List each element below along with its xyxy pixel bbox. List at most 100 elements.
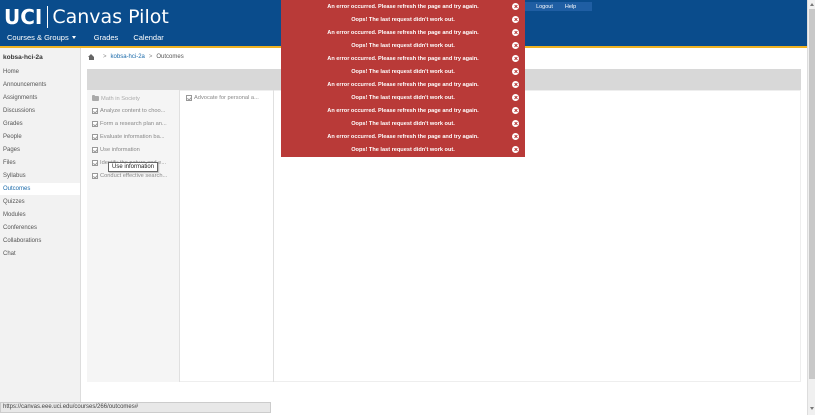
scroll-down-icon[interactable] [810,407,814,410]
error-text: Oops! The last request didn't work out. [351,68,455,75]
outcome-item[interactable]: Analyze content to choo... [92,106,178,115]
close-icon[interactable] [512,55,519,62]
breadcrumb: > kobsa-hci-2a > Outcomes [88,52,184,61]
sidebar-item-chat[interactable]: Chat [0,248,80,260]
sidebar-item-discussions[interactable]: Discussions [0,105,80,117]
error-message: An error occurred. Please refresh the pa… [281,52,525,65]
outcome-icon [92,120,98,127]
outcome-item[interactable]: Form a research plan an... [92,119,178,128]
error-message: An error occurred. Please refresh the pa… [281,26,525,39]
error-message: Oops! The last request didn't work out. [281,117,525,130]
sidebar-item-files[interactable]: Files [0,157,80,169]
outcome-icon [92,159,98,166]
close-icon[interactable] [512,16,519,23]
sidebar-item-people[interactable]: People [0,131,80,143]
brand-divider [47,6,49,28]
error-text: Oops! The last request didn't work out. [351,16,455,23]
error-message: Oops! The last request didn't work out. [281,143,525,156]
close-icon[interactable] [512,120,519,127]
top-nav: Courses & Groups Grades Calendar [0,30,164,45]
outcome-label: Form a research plan an... [100,120,167,127]
close-icon[interactable] [512,42,519,49]
sidebar-item-announcements[interactable]: Announcements [0,79,80,91]
sidebar-item-pages[interactable]: Pages [0,144,80,156]
folder-icon [92,94,99,101]
error-message: An error occurred. Please refresh the pa… [281,130,525,143]
brand-logo[interactable]: UCI Canvas Pilot [4,5,169,29]
outcome-item[interactable]: Advocate for personal a... [186,93,271,102]
page-scrollbar[interactable] [807,0,815,415]
error-message: Oops! The last request didn't work out. [281,91,525,104]
sidebar-item-conferences[interactable]: Conferences [0,222,80,234]
outcome-group-label: Math in Society [101,95,140,102]
breadcrumb-separator-icon: > [148,53,153,60]
sidebar-item-collaborations[interactable]: Collaborations [0,235,80,247]
brand-uci: UCI [4,5,43,29]
close-icon[interactable] [512,94,519,101]
close-icon[interactable] [512,133,519,140]
error-message: Oops! The last request didn't work out. [281,39,525,52]
error-message: An error occurred. Please refresh the pa… [281,0,525,13]
sidebar-item-assignments[interactable]: Assignments [0,92,80,104]
outcome-icon [92,172,98,179]
outcome-item[interactable]: Evaluate information ba... [92,132,178,141]
sidebar-item-home[interactable]: Home [0,66,80,78]
close-icon[interactable] [512,81,519,88]
chevron-down-icon [71,36,76,39]
error-text: Oops! The last request didn't work out. [351,146,455,153]
outcomes-column-2 [181,90,274,382]
close-icon[interactable] [512,68,519,75]
breadcrumb-separator-icon: > [103,53,107,60]
error-message: An error occurred. Please refresh the pa… [281,78,525,91]
outcome-label: Evaluate information ba... [100,133,165,140]
home-icon[interactable] [88,53,95,60]
error-message: Oops! The last request didn't work out. [281,65,525,78]
outcome-label: Advocate for personal a... [194,94,259,101]
scroll-thumb[interactable] [809,9,815,379]
error-text: An error occurred. Please refresh the pa… [327,55,479,62]
error-message: Oops! The last request didn't work out. [281,13,525,26]
breadcrumb-current: Outcomes [156,53,184,60]
close-icon[interactable] [512,3,519,10]
courses-groups-menu[interactable]: Courses & Groups [7,33,76,42]
error-text: Oops! The last request didn't work out. [351,42,455,49]
close-icon[interactable] [512,107,519,114]
course-sidebar: kobsa-hci-2a Home Announcements Assignme… [0,48,81,402]
breadcrumb-course-link[interactable]: kobsa-hci-2a [111,54,145,60]
course-title: kobsa-hci-2a [3,54,43,61]
brand-app-name: Canvas Pilot [52,6,169,28]
sidebar-item-outcomes[interactable]: Outcomes [0,183,80,195]
scroll-up-icon[interactable] [810,3,814,6]
user-links: p Logout Help [515,2,593,11]
error-text: An error occurred. Please refresh the pa… [327,3,479,10]
outcome-icon [92,107,98,114]
sidebar-item-syllabus[interactable]: Syllabus [0,170,80,182]
outcome-icon [92,133,98,140]
outcome-item[interactable]: Conduct effective search... [92,171,178,180]
error-text: Oops! The last request didn't work out. [351,120,455,127]
sidebar-item-modules[interactable]: Modules [0,209,80,221]
error-text: An error occurred. Please refresh the pa… [327,81,479,88]
sidebar-item-quizzes[interactable]: Quizzes [0,196,80,208]
logout-link[interactable]: Logout [536,4,553,10]
error-flash-messages: An error occurred. Please refresh the pa… [281,0,525,157]
grades-link[interactable]: Grades [94,33,119,42]
error-message: An error occurred. Please refresh the pa… [281,104,525,117]
outcome-label: Analyze content to choo... [100,107,166,114]
outcome-item[interactable]: Use information [92,145,178,154]
sidebar-item-grades[interactable]: Grades [0,118,80,130]
outcome-label: Conduct effective search... [100,172,168,179]
error-text: An error occurred. Please refresh the pa… [327,29,479,36]
error-text: Oops! The last request didn't work out. [351,94,455,101]
close-icon[interactable] [512,146,519,153]
browser-status-url: https://canvas.eee.uci.edu/courses/266/o… [0,402,271,413]
tooltip: Use information [108,162,159,172]
outcome-icon [186,94,192,101]
error-text: An error occurred. Please refresh the pa… [327,133,479,140]
help-link[interactable]: Help [565,4,576,10]
close-icon[interactable] [512,29,519,36]
outcome-group-item[interactable]: Math in Society [92,94,178,103]
outcome-label: Use information [100,146,140,153]
error-text: An error occurred. Please refresh the pa… [327,107,479,114]
calendar-link[interactable]: Calendar [133,33,163,42]
